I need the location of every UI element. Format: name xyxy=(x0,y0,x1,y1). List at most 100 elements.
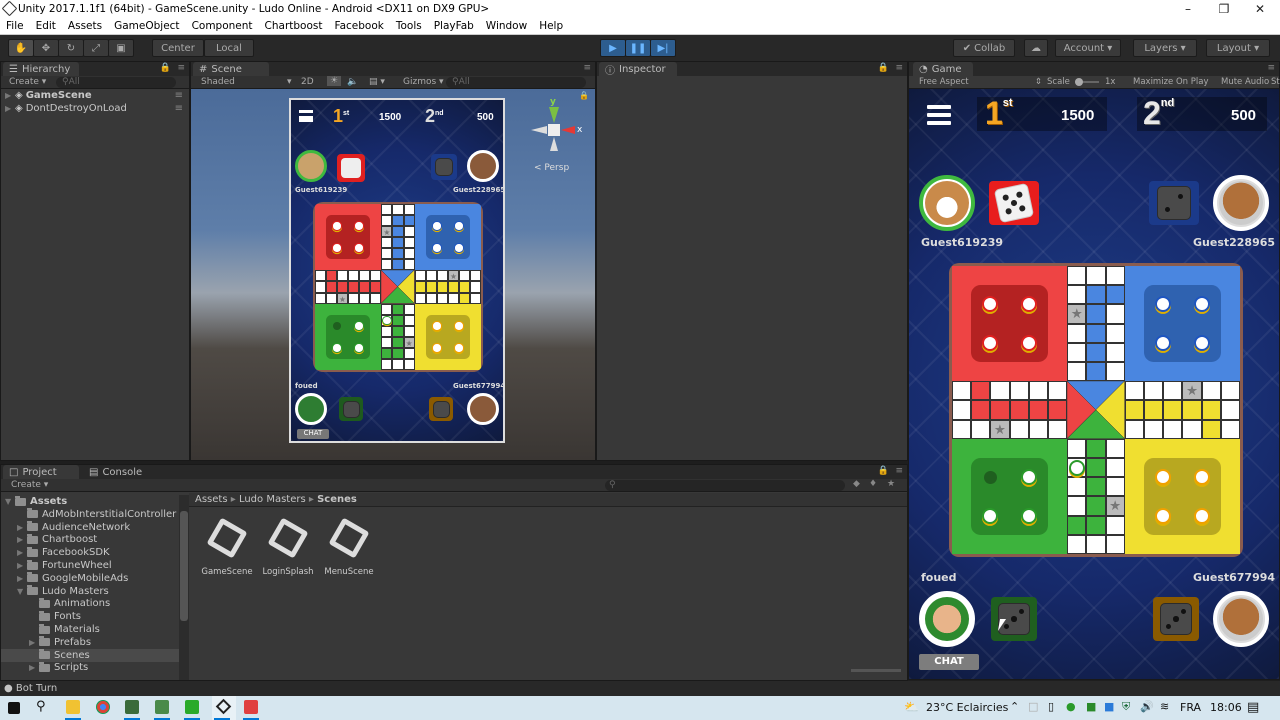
collapse-arrow-icon[interactable]: ▶ xyxy=(17,561,27,570)
weather-icon[interactable]: ⛅ xyxy=(904,700,919,714)
project-create-dropdown[interactable]: Create ▾ xyxy=(11,480,48,490)
tray-app-icon[interactable]: ■ xyxy=(1104,700,1114,713)
panel-menu-icon[interactable]: ≡ xyxy=(895,466,903,476)
play-button[interactable]: ▶ xyxy=(600,39,626,57)
collapse-arrow-icon[interactable]: ▶ xyxy=(17,574,27,583)
project-search-input[interactable]: ⚲ xyxy=(605,480,845,491)
filter-type-icon[interactable]: ◆ xyxy=(853,479,860,489)
scale-slider[interactable] xyxy=(1075,78,1099,86)
panel-menu-icon[interactable]: ≡ xyxy=(583,63,591,73)
collapse-arrow-icon[interactable]: ▶ xyxy=(17,535,27,544)
token-yellow[interactable] xyxy=(454,343,464,353)
pivot-center-toggle[interactable]: Center xyxy=(152,39,204,57)
item-menu-icon[interactable]: ≡ xyxy=(175,103,183,114)
security-shield-icon[interactable]: ⛨ xyxy=(1122,700,1130,714)
panel-menu-icon[interactable]: ≡ xyxy=(177,63,185,73)
step-button[interactable]: ▶| xyxy=(650,39,676,57)
menu-component[interactable]: Component xyxy=(186,20,259,32)
token-green[interactable] xyxy=(332,343,342,353)
dice-guest619239[interactable] xyxy=(989,181,1039,225)
clock[interactable]: 18:06 xyxy=(1210,701,1242,714)
expand-arrow-icon[interactable]: ▼ xyxy=(5,497,15,506)
avatar-foued[interactable] xyxy=(919,591,975,647)
lighting-toggle[interactable]: ☀ xyxy=(327,76,341,86)
weather-text[interactable]: 23°C Eclaircies xyxy=(926,701,1008,714)
gizmo-center-cube[interactable] xyxy=(548,124,560,136)
menu-file[interactable]: File xyxy=(0,20,30,32)
close-button[interactable]: ✕ xyxy=(1242,0,1278,18)
token-yellow[interactable] xyxy=(1193,469,1210,486)
tray-app-icon[interactable]: ■ xyxy=(1086,700,1096,713)
asset-menuscene[interactable]: MenuScene xyxy=(319,517,379,577)
asset-gamescene[interactable]: GameScene xyxy=(197,517,257,577)
token-blue[interactable] xyxy=(432,243,442,253)
breadcrumb-ludo-masters[interactable]: Ludo Masters xyxy=(239,494,306,505)
rect-tool-button[interactable]: ▣ xyxy=(108,39,134,57)
game-view[interactable]: 1st 1500 2nd 500 Guest619239 Guest228965… xyxy=(909,89,1279,679)
token-green[interactable] xyxy=(354,343,364,353)
neg-x-axis-cone[interactable] xyxy=(531,126,547,134)
x-axis-cone[interactable] xyxy=(561,126,575,134)
menu-chartboost[interactable]: Chartboost xyxy=(259,20,329,32)
project-folder-assets[interactable]: ▼ Assets xyxy=(1,495,179,508)
token-green[interactable] xyxy=(1020,507,1037,524)
collapse-arrow-icon[interactable]: ▶ xyxy=(17,523,27,532)
menu-playfab[interactable]: PlayFab xyxy=(428,20,480,32)
breadcrumb-assets[interactable]: Assets xyxy=(195,494,228,505)
token-blue[interactable] xyxy=(1193,334,1210,351)
project-folder-ludo-masters[interactable]: ▼ Ludo Masters xyxy=(1,585,179,598)
token-red[interactable] xyxy=(354,243,364,253)
menu-window[interactable]: Window xyxy=(480,20,533,32)
token-yellow[interactable] xyxy=(432,343,442,353)
dice-guest677994[interactable] xyxy=(1153,597,1199,641)
collapse-arrow-icon[interactable]: ▶ xyxy=(29,638,39,647)
token-red[interactable] xyxy=(332,243,342,253)
token-red[interactable] xyxy=(1020,334,1037,351)
token-green[interactable] xyxy=(354,321,364,331)
scene-viewport[interactable]: 1st 1500 2nd 500 Guest619239 Guest228965… xyxy=(191,89,595,460)
unity-taskbar-item[interactable] xyxy=(212,696,236,720)
token-blue[interactable] xyxy=(1193,296,1210,313)
maximize-on-play-toggle[interactable]: Maximize On Play xyxy=(1133,77,1208,87)
layout-dropdown[interactable]: Layout ▾ xyxy=(1206,39,1270,57)
project-folder-fonts[interactable]: Fonts xyxy=(1,610,179,623)
menu-gameobject[interactable]: GameObject xyxy=(108,20,185,32)
y-axis-cone[interactable] xyxy=(549,107,559,123)
project-folder-googlemobileads[interactable]: ▶ GoogleMobileAds xyxy=(1,572,179,585)
avatar-guest228965[interactable] xyxy=(1213,175,1269,231)
expand-arrow-icon[interactable]: ▼ xyxy=(17,587,27,596)
collapse-arrow-icon[interactable]: ▶ xyxy=(17,548,27,557)
projection-label[interactable]: < Persp xyxy=(534,163,569,173)
hamburger-menu-button[interactable] xyxy=(927,105,951,127)
audio-toggle[interactable]: 🔈 xyxy=(347,77,358,87)
dice-foued[interactable] xyxy=(991,597,1037,641)
usb-icon[interactable]: ▯ xyxy=(1048,700,1054,713)
token-yellow[interactable] xyxy=(1155,507,1172,524)
avatar-guest677994[interactable] xyxy=(1213,591,1269,647)
minimize-button[interactable]: – xyxy=(1170,0,1206,18)
token-yellow[interactable] xyxy=(432,321,442,331)
tab-hierarchy[interactable]: ☰ Hierarchy xyxy=(3,62,79,76)
move-tool-button[interactable]: ✥ xyxy=(33,39,59,57)
asset-loginsplash[interactable]: LoginSplash xyxy=(258,517,318,577)
collapse-arrow-icon[interactable]: ▶ xyxy=(29,663,39,672)
token-yellow[interactable] xyxy=(454,321,464,331)
file-explorer-icon[interactable] xyxy=(66,700,80,714)
project-folder-chartboost[interactable]: ▶ Chartboost xyxy=(1,533,179,546)
tab-project[interactable]: □ Project xyxy=(3,465,79,479)
token-yellow[interactable] xyxy=(1193,507,1210,524)
scene-search-input[interactable]: ⚲All xyxy=(446,77,586,88)
windows-start-icon[interactable] xyxy=(8,702,20,714)
panel-menu-icon[interactable]: ≡ xyxy=(895,63,903,73)
menu-help[interactable]: Help xyxy=(533,20,569,32)
token-green-on-track[interactable] xyxy=(382,315,392,325)
project-folder-audiencenetwork[interactable]: ▶ AudienceNetwork xyxy=(1,521,179,534)
project-folder-materials[interactable]: Materials xyxy=(1,623,179,636)
collab-dropdown[interactable]: ✔ Collab xyxy=(953,39,1015,57)
token-red[interactable] xyxy=(354,221,364,231)
rotate-tool-button[interactable]: ↻ xyxy=(58,39,84,57)
layers-dropdown[interactable]: Layers ▾ xyxy=(1133,39,1197,57)
chrome-icon[interactable] xyxy=(96,700,110,714)
hand-tool-button[interactable]: ✋ xyxy=(8,39,34,57)
avatar-guest619239[interactable] xyxy=(919,175,975,231)
